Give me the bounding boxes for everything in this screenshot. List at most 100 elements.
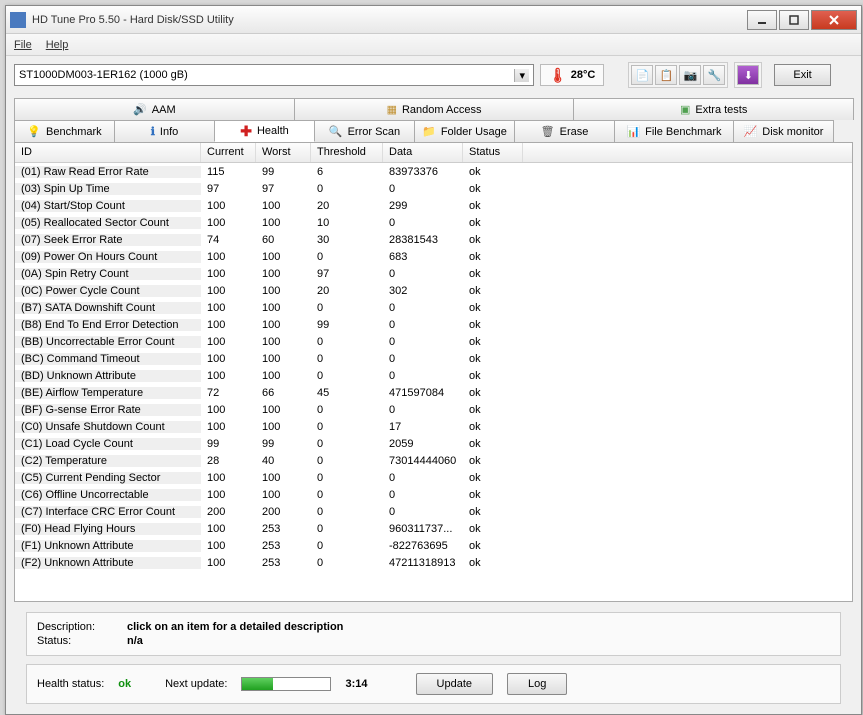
cell-threshold: 99 xyxy=(311,319,383,331)
table-row[interactable]: (F1) Unknown Attribute1002530-822763695o… xyxy=(15,537,852,554)
tab-error-scan[interactable]: 🔍Error Scan xyxy=(314,120,415,142)
col-worst[interactable]: Worst xyxy=(256,143,311,162)
tab-erase[interactable]: 🗑Erase xyxy=(514,120,615,142)
tabs-container: 🔊AAM ▦Random Access ▣Extra tests 💡Benchm… xyxy=(6,94,861,714)
table-row[interactable]: (B8) End To End Error Detection100100990… xyxy=(15,316,852,333)
health-status-value: ok xyxy=(118,678,131,690)
options-button[interactable]: 🔧 xyxy=(703,65,725,85)
cell-current: 100 xyxy=(201,421,256,433)
table-row[interactable]: (C5) Current Pending Sector10010000ok xyxy=(15,469,852,486)
cell-worst: 100 xyxy=(256,353,311,365)
status-label: Status: xyxy=(37,635,127,647)
table-row[interactable]: (B7) SATA Downshift Count10010000ok xyxy=(15,299,852,316)
cell-threshold: 20 xyxy=(311,285,383,297)
table-row[interactable]: (BD) Unknown Attribute10010000ok xyxy=(15,367,852,384)
cell-id: (F2) Unknown Attribute xyxy=(15,557,201,569)
table-row[interactable]: (C0) Unsafe Shutdown Count100100017ok xyxy=(15,418,852,435)
cell-worst: 100 xyxy=(256,421,311,433)
table-header: ID Current Worst Threshold Data Status xyxy=(15,143,852,163)
cell-threshold: 0 xyxy=(311,455,383,467)
table-row[interactable]: (04) Start/Stop Count10010020299ok xyxy=(15,197,852,214)
tab-folder-usage[interactable]: 📁Folder Usage xyxy=(414,120,515,142)
cell-worst: 99 xyxy=(256,438,311,450)
cell-worst: 60 xyxy=(256,234,311,246)
cell-id: (BB) Uncorrectable Error Count xyxy=(15,336,201,348)
copy-text-button[interactable]: 📄 xyxy=(631,65,653,85)
col-current[interactable]: Current xyxy=(201,143,256,162)
cell-threshold: 0 xyxy=(311,421,383,433)
save-button[interactable]: ⬇ xyxy=(737,65,759,85)
table-row[interactable]: (0A) Spin Retry Count100100970ok xyxy=(15,265,852,282)
cell-current: 100 xyxy=(201,268,256,280)
cell-current: 100 xyxy=(201,540,256,552)
cell-data: 0 xyxy=(383,353,463,365)
cell-worst: 253 xyxy=(256,523,311,535)
log-button[interactable]: Log xyxy=(507,673,567,695)
cell-data: 299 xyxy=(383,200,463,212)
cell-id: (01) Raw Read Error Rate xyxy=(15,166,201,178)
table-row[interactable]: (C2) Temperature2840073014444060ok xyxy=(15,452,852,469)
cell-worst: 100 xyxy=(256,336,311,348)
cell-worst: 100 xyxy=(256,285,311,297)
cell-id: (0C) Power Cycle Count xyxy=(15,285,201,297)
maximize-button[interactable] xyxy=(779,10,809,30)
tab-file-benchmark[interactable]: 📊File Benchmark xyxy=(614,120,734,142)
table-row[interactable]: (0C) Power Cycle Count10010020302ok xyxy=(15,282,852,299)
table-row[interactable]: (C6) Offline Uncorrectable10010000ok xyxy=(15,486,852,503)
cell-threshold: 45 xyxy=(311,387,383,399)
tab-health[interactable]: ✚Health xyxy=(214,120,315,142)
table-row[interactable]: (05) Reallocated Sector Count100100100ok xyxy=(15,214,852,231)
table-row[interactable]: (01) Raw Read Error Rate11599683973376ok xyxy=(15,163,852,180)
table-row[interactable]: (09) Power On Hours Count1001000683ok xyxy=(15,248,852,265)
cell-id: (B8) End To End Error Detection xyxy=(15,319,201,331)
description-block: Description: click on an item for a deta… xyxy=(26,612,841,656)
tab-info[interactable]: ℹInfo xyxy=(114,120,215,142)
close-button[interactable] xyxy=(811,10,857,30)
cell-data: -822763695 xyxy=(383,540,463,552)
cell-data: 0 xyxy=(383,217,463,229)
cell-current: 100 xyxy=(201,319,256,331)
cell-status: ok xyxy=(463,336,523,348)
menu-help[interactable]: Help xyxy=(46,39,69,51)
table-row[interactable]: (C1) Load Cycle Count999902059ok xyxy=(15,435,852,452)
copy-screenshot-button[interactable]: 📋 xyxy=(655,65,677,85)
cell-data: 28381543 xyxy=(383,234,463,246)
col-status[interactable]: Status xyxy=(463,143,523,162)
tab-benchmark[interactable]: 💡Benchmark xyxy=(14,120,115,142)
col-data[interactable]: Data xyxy=(383,143,463,162)
drive-selector[interactable]: ST1000DM003-1ER162 (1000 gB) xyxy=(14,64,534,86)
cell-data: 683 xyxy=(383,251,463,263)
cell-current: 74 xyxy=(201,234,256,246)
cell-id: (BE) Airflow Temperature xyxy=(15,387,201,399)
col-id[interactable]: ID xyxy=(15,143,201,162)
table-row[interactable]: (F2) Unknown Attribute100253047211318913… xyxy=(15,554,852,571)
cell-threshold: 0 xyxy=(311,183,383,195)
table-row[interactable]: (BB) Uncorrectable Error Count10010000ok xyxy=(15,333,852,350)
table-row[interactable]: (BE) Airflow Temperature726645471597084o… xyxy=(15,384,852,401)
cell-id: (C2) Temperature xyxy=(15,455,201,467)
description-text: click on an item for a detailed descript… xyxy=(127,621,830,633)
minimize-button[interactable] xyxy=(747,10,777,30)
menu-file[interactable]: File xyxy=(14,39,32,51)
screenshot-button[interactable]: 📷 xyxy=(679,65,701,85)
table-row[interactable]: (BF) G-sense Error Rate10010000ok xyxy=(15,401,852,418)
filebench-icon: 📊 xyxy=(626,125,640,138)
table-row[interactable]: (07) Seek Error Rate74603028381543ok xyxy=(15,231,852,248)
table-row[interactable]: (F0) Head Flying Hours1002530960311737..… xyxy=(15,520,852,537)
tab-aam[interactable]: 🔊AAM xyxy=(14,98,295,120)
table-row[interactable]: (03) Spin Up Time979700ok xyxy=(15,180,852,197)
cell-id: (BD) Unknown Attribute xyxy=(15,370,201,382)
tab-random-access[interactable]: ▦Random Access xyxy=(294,98,575,120)
cell-worst: 100 xyxy=(256,370,311,382)
cell-data: 302 xyxy=(383,285,463,297)
cell-worst: 253 xyxy=(256,540,311,552)
table-row[interactable]: (BC) Command Timeout10010000ok xyxy=(15,350,852,367)
tab-disk-monitor[interactable]: 📈Disk monitor xyxy=(733,120,834,142)
tab-extra-tests[interactable]: ▣Extra tests xyxy=(573,98,854,120)
update-button[interactable]: Update xyxy=(416,673,493,695)
cell-current: 100 xyxy=(201,336,256,348)
col-threshold[interactable]: Threshold xyxy=(311,143,383,162)
exit-button[interactable]: Exit xyxy=(774,64,830,86)
thermometer-icon: 🌡 xyxy=(549,67,567,84)
table-row[interactable]: (C7) Interface CRC Error Count20020000ok xyxy=(15,503,852,520)
